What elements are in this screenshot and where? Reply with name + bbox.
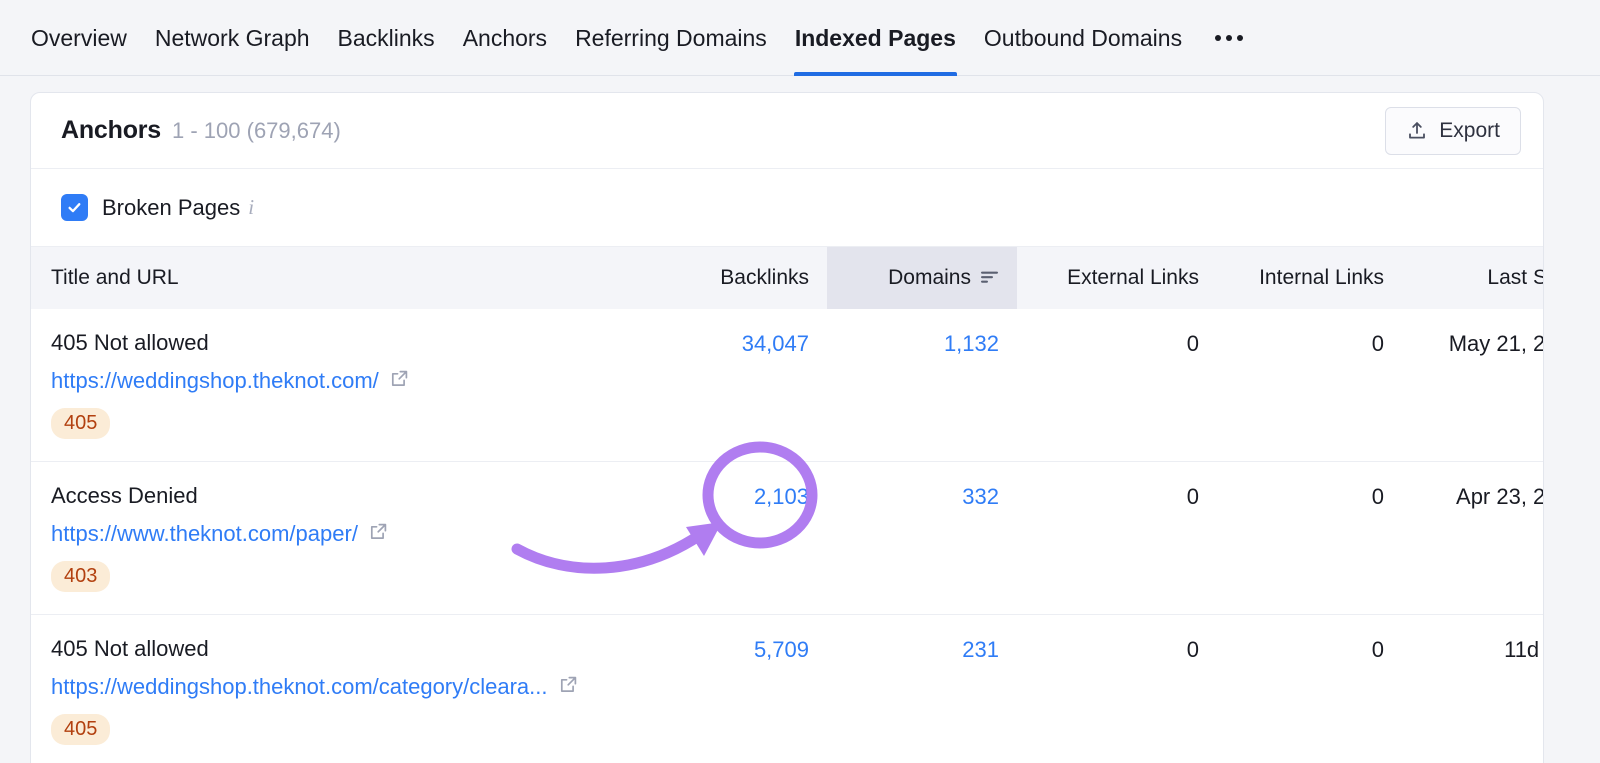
- cell-backlinks: 5,709: [631, 614, 827, 763]
- backlinks-link[interactable]: 34,047: [742, 331, 809, 356]
- cell-last-seen: Apr 23, 2022: [1402, 461, 1543, 616]
- row-url-link[interactable]: https://www.theknot.com/paper/: [51, 521, 358, 547]
- cell-backlinks: 34,047: [631, 309, 827, 463]
- cell-internal-links: 0: [1217, 461, 1402, 616]
- row-url-link[interactable]: https://weddingshop.theknot.com/category…: [51, 674, 548, 700]
- info-icon[interactable]: i: [248, 197, 254, 218]
- column-header-domains-label: Domains: [888, 266, 971, 289]
- last-seen-value: May 21, 2024: [1448, 331, 1543, 356]
- ellipsis-icon[interactable]: [1209, 0, 1249, 76]
- external-links-value: 0: [1186, 484, 1199, 510]
- page-title: Anchors: [61, 116, 162, 144]
- external-link-icon[interactable]: [559, 674, 578, 700]
- row-url-line: https://weddingshop.theknot.com/category…: [51, 674, 613, 700]
- export-button[interactable]: Export: [1385, 106, 1521, 155]
- page-root: Overview Network Graph Backlinks Anchors…: [0, 0, 1600, 763]
- tab-backlinks[interactable]: Backlinks: [337, 0, 436, 76]
- cell-title-and-url: 405 Not allowed https://weddingshop.thek…: [31, 614, 631, 763]
- cell-backlinks: 2,103: [631, 461, 827, 616]
- status-badge: 403: [51, 561, 111, 593]
- last-seen-value: 11d ago: [1504, 637, 1543, 663]
- status-badge: 405: [51, 714, 111, 746]
- card-header: Anchors 1 - 100 (679,674) Export: [31, 93, 1543, 169]
- cell-internal-links: 0: [1217, 309, 1402, 463]
- cell-external-links: 0: [1017, 461, 1217, 616]
- column-header-title-and-url[interactable]: Title and URL: [31, 247, 631, 309]
- column-header-last-seen[interactable]: Last Seen: [1402, 247, 1543, 309]
- row-url-line: https://www.theknot.com/paper/: [51, 521, 613, 547]
- internal-links-value: 0: [1371, 637, 1384, 663]
- tab-referring-domains[interactable]: Referring Domains: [574, 0, 768, 76]
- backlinks-link[interactable]: 2,103: [754, 484, 809, 509]
- external-link-icon[interactable]: [390, 368, 409, 394]
- anchors-card: Anchors 1 - 100 (679,674) Export Broken …: [30, 92, 1544, 763]
- internal-links-value: 0: [1371, 331, 1384, 356]
- row-title: 405 Not allowed: [51, 330, 209, 355]
- row-title: 405 Not allowed: [51, 636, 209, 662]
- tab-anchors[interactable]: Anchors: [462, 0, 548, 76]
- table-body: 405 Not allowed https://weddingshop.thek…: [31, 309, 1543, 763]
- domains-link[interactable]: 1,132: [944, 331, 999, 356]
- column-header-backlinks[interactable]: Backlinks: [631, 247, 827, 309]
- table-row: 405 Not allowed https://weddingshop.thek…: [31, 614, 1543, 763]
- broken-pages-checkbox[interactable]: Broken Pages: [61, 194, 240, 221]
- upload-icon: [1406, 120, 1428, 142]
- cell-title-and-url: 405 Not allowed https://weddingshop.thek…: [31, 309, 631, 463]
- last-seen-value: Apr 23, 2022: [1456, 484, 1543, 510]
- cell-last-seen: May 21, 2024: [1402, 309, 1543, 463]
- cell-domains: 231: [827, 614, 1017, 763]
- cell-title-and-url: Access Denied https://www.theknot.com/pa…: [31, 461, 631, 616]
- domains-link[interactable]: 231: [962, 637, 999, 662]
- cell-domains: 332: [827, 461, 1017, 616]
- indexed-pages-table: Title and URL Backlinks Domains External…: [31, 247, 1543, 763]
- column-header-external-links[interactable]: External Links: [1017, 247, 1217, 309]
- cell-internal-links: 0: [1217, 614, 1402, 763]
- cell-domains: 1,132: [827, 309, 1017, 463]
- row-title: Access Denied: [51, 483, 198, 509]
- table-row: Access Denied https://www.theknot.com/pa…: [31, 461, 1543, 616]
- external-links-value: 0: [1186, 331, 1199, 356]
- table-row: 405 Not allowed https://weddingshop.thek…: [31, 309, 1543, 463]
- column-header-internal-links[interactable]: Internal Links: [1217, 247, 1402, 309]
- status-badge: 405: [51, 408, 111, 440]
- cell-last-seen: 11d ago: [1402, 614, 1543, 763]
- external-link-icon[interactable]: [369, 521, 388, 547]
- table-header-row: Title and URL Backlinks Domains External…: [31, 247, 1543, 309]
- column-header-domains[interactable]: Domains: [827, 247, 1017, 309]
- tab-outbound-domains[interactable]: Outbound Domains: [983, 0, 1183, 76]
- export-button-label: Export: [1439, 118, 1500, 142]
- cell-external-links: 0: [1017, 309, 1217, 463]
- cell-external-links: 0: [1017, 614, 1217, 763]
- checkbox-checked-icon: [61, 194, 88, 221]
- tab-network-graph[interactable]: Network Graph: [154, 0, 311, 76]
- row-url-link[interactable]: https://weddingshop.theknot.com/: [51, 368, 379, 394]
- tab-overview[interactable]: Overview: [30, 0, 128, 76]
- sort-descending-icon: [980, 266, 999, 290]
- domains-link[interactable]: 332: [962, 484, 999, 509]
- tab-indexed-pages[interactable]: Indexed Pages: [793, 0, 957, 76]
- primary-tab-bar: Overview Network Graph Backlinks Anchors…: [0, 0, 1600, 76]
- result-range: 1 - 100 (679,674): [172, 117, 341, 143]
- backlinks-link[interactable]: 5,709: [754, 637, 809, 662]
- broken-pages-label: Broken Pages: [102, 194, 241, 220]
- table-header: Title and URL Backlinks Domains External…: [31, 247, 1543, 309]
- filter-row: Broken Pages i: [31, 169, 1543, 247]
- external-links-value: 0: [1186, 637, 1199, 663]
- row-url-line: https://weddingshop.theknot.com/: [51, 368, 613, 394]
- internal-links-value: 0: [1371, 484, 1384, 510]
